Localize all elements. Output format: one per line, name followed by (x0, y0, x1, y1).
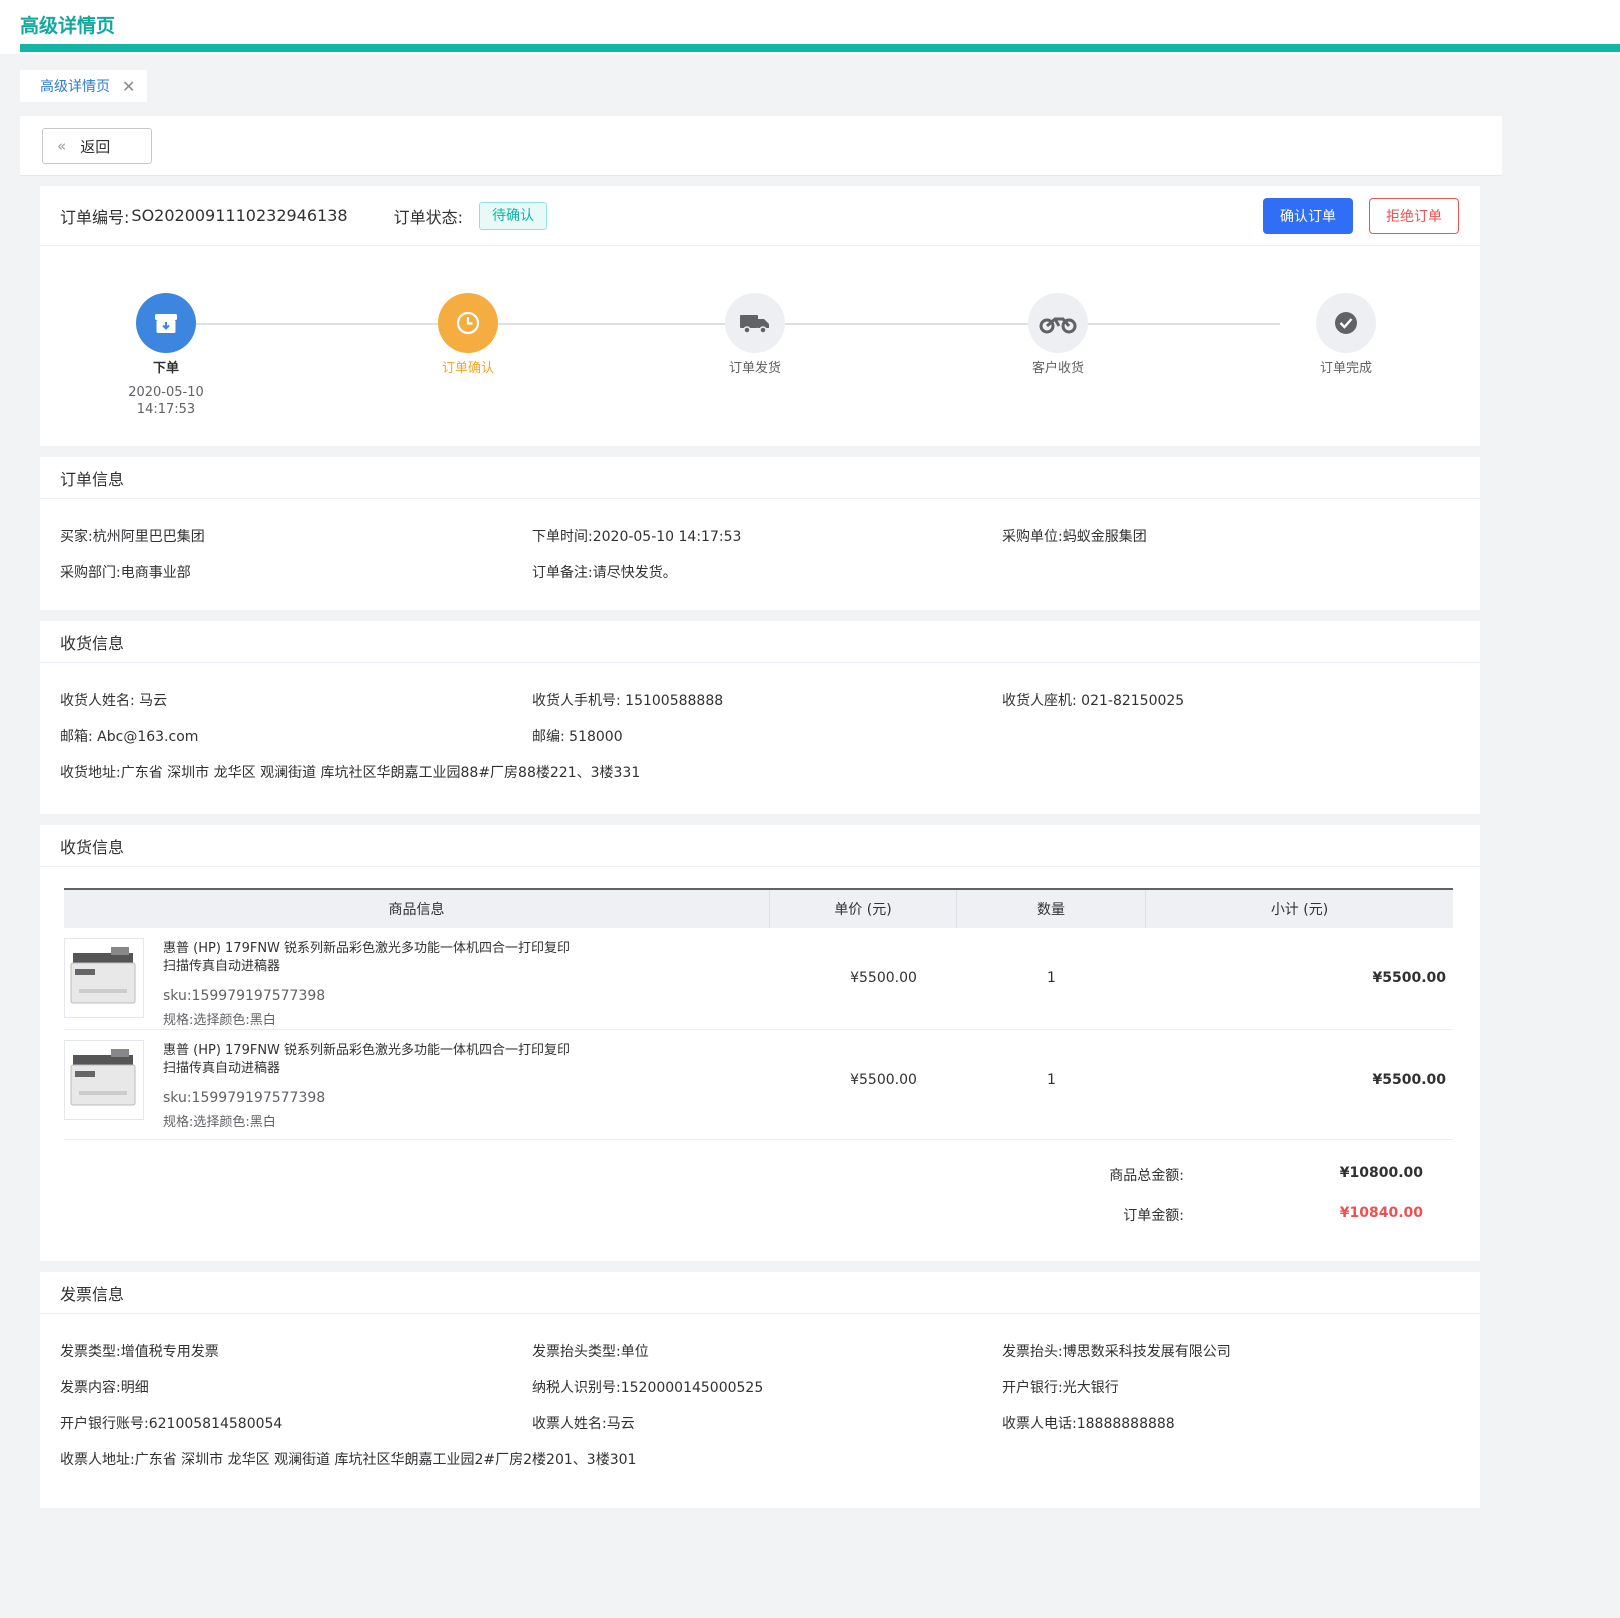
step-name: 客户收货 (1031, 361, 1084, 376)
section-title: 收货信息 (40, 621, 1480, 663)
receiver-phone: 收货人手机号: 15100588888 (532, 693, 724, 709)
quantity: 1 (1047, 970, 1056, 986)
col-subtotal: 小计 (元) (1270, 902, 1329, 918)
subtotal: ¥5500.00 (1372, 1072, 1446, 1088)
receiver-address: 收货地址:广东省 深圳市 龙华区 观澜街道 库坑社区华朗嘉工业园88#厂房88楼… (60, 765, 641, 781)
subtotal: ¥5500.00 (1372, 970, 1446, 986)
buyer: 买家:杭州阿里巴巴集团 (60, 529, 205, 545)
step-customer-receive: 客户收货 (978, 293, 1138, 376)
order-header-card: 订单编号: SO2020091110232946138 订单状态: 待确认 确认… (40, 186, 1480, 446)
archive-icon (136, 293, 196, 353)
step-ship-order: 订单发货 (675, 293, 835, 376)
product-name[interactable]: 惠普 (HP) 179FNW 锐系列新品彩色激光多功能一体机四合一打印复印扫描传… (163, 940, 583, 976)
invoice-info-card: 发票信息 发票类型:增值税专用发票 发票抬头类型:单位 发票抬头:博思数采科技发… (40, 1272, 1480, 1508)
product-spec: 规格:选择颜色:黑白 (163, 1115, 276, 1130)
back-button[interactable]: « 返回 (42, 128, 152, 164)
col-goods-info: 商品信息 (64, 890, 770, 928)
invoice-type: 发票类型:增值税专用发票 (60, 1344, 219, 1360)
product-sku: sku:159979197577398 (163, 988, 326, 1004)
section-title: 收货信息 (40, 825, 1480, 867)
goods-card: 收货信息 商品信息 单价 (元) 数量 小计 (元) 惠普 (HP) 179FN… (40, 825, 1480, 1261)
accent-line (20, 44, 1620, 52)
invoice-header: 发票抬头:博思数采科技发展有限公司 (1002, 1344, 1231, 1360)
tab-label: 高级详情页 (40, 79, 110, 95)
close-icon[interactable]: ✕ (122, 77, 135, 96)
section-title: 订单信息 (40, 457, 1480, 499)
goods-table: 商品信息 单价 (元) 数量 小计 (元) 惠普 (HP) 179FNW 锐系列… (64, 888, 1453, 1140)
order-amount-label: 订单金额: (1123, 1208, 1184, 1224)
invoice-receiver-name: 收票人姓名:马云 (532, 1416, 635, 1432)
bank: 开户银行:光大银行 (1002, 1380, 1119, 1396)
invoice-receiver-phone: 收票人电话:18888888888 (1002, 1416, 1175, 1432)
step-confirm-order: 订单确认 (388, 293, 548, 376)
step-time: 2020-05-10 14:17:53 (86, 384, 246, 418)
back-bar: « 返回 (20, 116, 1502, 176)
col-unit-price: 单价 (元) (770, 890, 957, 928)
clock-icon (438, 293, 498, 353)
back-button-label: 返回 (80, 137, 111, 156)
product-sku: sku:159979197577398 (163, 1090, 326, 1106)
invoice-content: 发票内容:明细 (60, 1380, 149, 1396)
purchase-unit: 采购单位:蚂蚁金服集团 (1002, 529, 1147, 545)
goods-total-value: ¥10800.00 (1339, 1165, 1423, 1181)
product-spec: 规格:选择颜色:黑白 (163, 1013, 276, 1028)
step-name: 下单 (152, 361, 179, 376)
truck-icon (725, 293, 785, 353)
table-row: 惠普 (HP) 179FNW 锐系列新品彩色激光多功能一体机四合一打印复印扫描传… (64, 1030, 1453, 1140)
receiver-name: 收货人姓名: 马云 (60, 693, 168, 709)
order-info-card: 订单信息 买家:杭州阿里巴巴集团 下单时间:2020-05-10 14:17:5… (40, 457, 1480, 610)
double-chevron-left-icon: « (57, 137, 67, 155)
table-row: 惠普 (HP) 179FNW 锐系列新品彩色激光多功能一体机四合一打印复印扫描传… (64, 928, 1453, 1030)
invoice-receiver-address: 收票人地址:广东省 深圳市 龙华区 观澜街道 库坑社区华朗嘉工业园2#厂房2楼2… (60, 1452, 637, 1468)
step-date: 2020-05-10 (128, 385, 204, 400)
receiver-zip: 邮编: 518000 (532, 729, 623, 745)
receiver-email: 邮箱: Abc@163.com (60, 729, 199, 745)
quantity: 1 (1047, 1072, 1056, 1088)
step-name: 订单确认 (441, 361, 494, 376)
goods-total-label: 商品总金额: (1109, 1168, 1184, 1184)
step-clock: 14:17:53 (136, 402, 196, 417)
receiver-info-card: 收货信息 收货人姓名: 马云 收货人手机号: 15100588888 收货人座机… (40, 621, 1480, 814)
order-time: 下单时间:2020-05-10 14:17:53 (532, 529, 742, 545)
top-bar: 高级详情页 (0, 0, 1620, 54)
table-header: 商品信息 单价 (元) 数量 小计 (元) (64, 888, 1453, 928)
step-order-complete: 订单完成 (1266, 293, 1426, 376)
col-quantity: 数量 (957, 890, 1146, 928)
page-title: 高级详情页 (20, 15, 116, 37)
order-remark: 订单备注:请尽快发货。 (532, 565, 677, 581)
step-name: 订单完成 (1319, 361, 1372, 376)
order-amount-value: ¥10840.00 (1339, 1205, 1423, 1221)
step-place-order: 下单 2020-05-10 14:17:53 (86, 293, 246, 418)
product-image[interactable] (64, 938, 144, 1018)
tab-advanced-detail[interactable]: 高级详情页 ✕ (20, 70, 148, 102)
check-icon (1316, 293, 1376, 353)
motorbike-icon (1028, 293, 1088, 353)
invoice-header-type: 发票抬头类型:单位 (532, 1344, 649, 1360)
section-title: 发票信息 (40, 1272, 1480, 1314)
purchase-dept: 采购部门:电商事业部 (60, 565, 191, 581)
receiver-landline: 收货人座机: 021-82150025 (1002, 693, 1185, 709)
order-progress-steps: 下单 2020-05-10 14:17:53 订单确认 订单发货 客户收货 订单… (40, 186, 1480, 417)
product-name[interactable]: 惠普 (HP) 179FNW 锐系列新品彩色激光多功能一体机四合一打印复印扫描传… (163, 1042, 583, 1078)
step-name: 订单发货 (728, 361, 781, 376)
product-image[interactable] (64, 1040, 144, 1120)
bank-account: 开户银行账号:621005814580054 (60, 1416, 283, 1432)
tax-id: 纳税人识别号:1520000145000525 (532, 1380, 764, 1396)
